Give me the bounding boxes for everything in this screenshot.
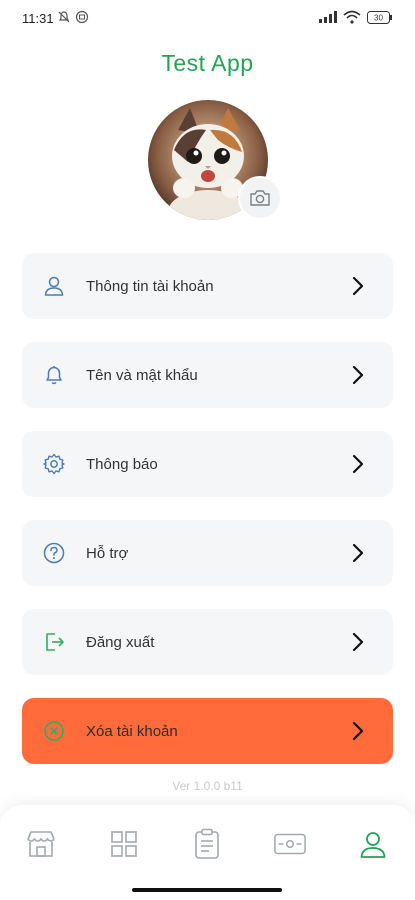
battery-level: 30 bbox=[374, 13, 383, 22]
chevron-right-icon bbox=[347, 631, 369, 653]
chevron-right-icon bbox=[347, 720, 369, 742]
logout-icon bbox=[40, 628, 68, 656]
menu-label-notifications: Thông báo bbox=[86, 455, 158, 473]
status-bar: 11:31 30 bbox=[0, 0, 415, 36]
chevron-right-icon bbox=[347, 453, 369, 475]
bell-off-icon bbox=[58, 11, 70, 23]
help-icon bbox=[40, 539, 68, 567]
gear-icon bbox=[40, 450, 68, 478]
menu-item-logout[interactable]: Đăng xuất bbox=[22, 609, 393, 675]
nav-grid[interactable] bbox=[107, 827, 141, 861]
status-time: 11:31 bbox=[22, 11, 54, 26]
menu-label-logout: Đăng xuất bbox=[86, 633, 155, 651]
profile-icon bbox=[360, 832, 386, 858]
card-icon bbox=[274, 833, 306, 855]
chevron-right-icon bbox=[347, 542, 369, 564]
chevron-right-icon bbox=[347, 364, 369, 386]
menu-item-delete-account[interactable]: Xóa tài khoản bbox=[22, 698, 393, 764]
menu-item-name-password[interactable]: Tên và mật khẩu bbox=[22, 342, 393, 408]
nav-orders[interactable] bbox=[190, 827, 224, 861]
status-left-icons bbox=[57, 10, 89, 24]
menu-item-support[interactable]: Hỗ trợ bbox=[22, 520, 393, 586]
nav-profile[interactable] bbox=[356, 827, 390, 861]
status-right: 30 bbox=[319, 10, 393, 24]
menu-label-name-password: Tên và mật khẩu bbox=[86, 366, 198, 384]
clipboard-icon bbox=[195, 828, 219, 859]
wifi-icon bbox=[343, 10, 361, 24]
grid-icon bbox=[111, 831, 137, 857]
camera-button[interactable] bbox=[238, 176, 282, 220]
version-text: Ver 1.0.0 b11 bbox=[172, 779, 243, 793]
menu-item-account-info[interactable]: Thông tin tài khoản bbox=[22, 253, 393, 319]
app-title: Test App bbox=[161, 50, 254, 76]
menu-label-delete-account: Xóa tài khoản bbox=[86, 722, 178, 740]
menu-label-account-info: Thông tin tài khoản bbox=[86, 277, 214, 295]
home-indicator bbox=[132, 888, 282, 892]
menu-item-notifications[interactable]: Thông báo bbox=[22, 431, 393, 497]
nav-wallet[interactable] bbox=[273, 827, 307, 861]
nav-store[interactable] bbox=[24, 827, 58, 861]
bell-icon bbox=[40, 361, 68, 389]
chevron-right-icon bbox=[347, 275, 369, 297]
store-icon bbox=[27, 831, 55, 857]
camera-icon bbox=[250, 190, 270, 206]
notification-dot-icon bbox=[75, 10, 89, 24]
battery-icon: 30 bbox=[367, 10, 392, 24]
signal-icon bbox=[319, 11, 337, 23]
user-icon bbox=[40, 272, 68, 300]
delete-circle-icon bbox=[40, 717, 68, 745]
bottom-nav bbox=[0, 805, 415, 900]
menu-label-support: Hỗ trợ bbox=[86, 544, 129, 562]
